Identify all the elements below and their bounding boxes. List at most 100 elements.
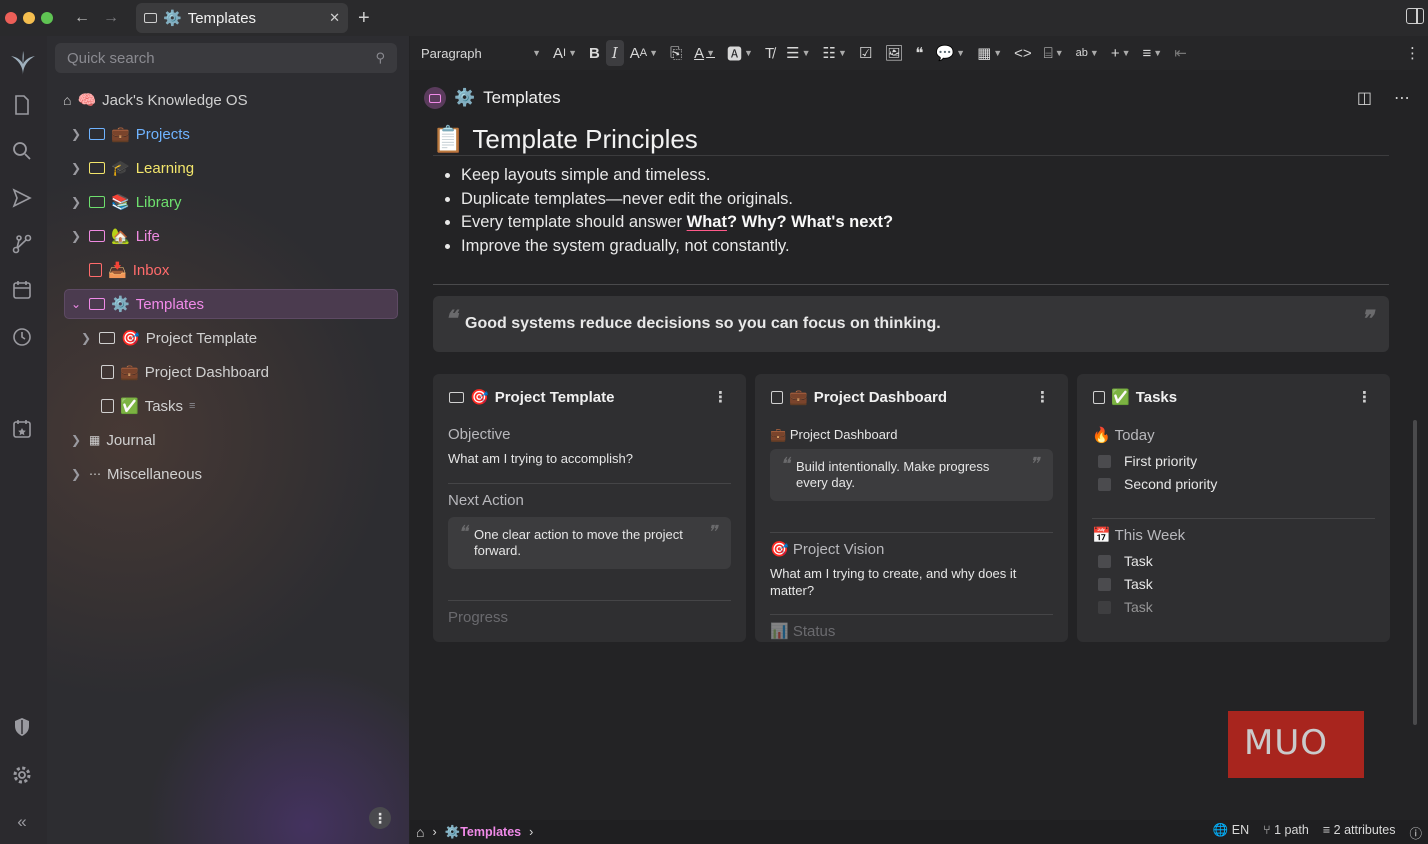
todo-item[interactable]: Task — [1098, 576, 1153, 592]
home-icon[interactable]: ⌂ — [416, 824, 424, 840]
chevron-right-icon[interactable]: ❯ — [69, 229, 83, 243]
card-menu-icon[interactable]: ⋮ — [713, 388, 728, 406]
italic-icon[interactable]: I — [605, 40, 624, 66]
note-map-icon[interactable] — [11, 233, 33, 255]
section-label: 📅 This Week — [1092, 527, 1186, 544]
text-align-icon[interactable]: ≡ ▼ — [1137, 40, 1169, 66]
tree-item-library[interactable]: ❯ 📚 Library — [69, 187, 182, 217]
todo-item[interactable]: Task — [1098, 553, 1153, 569]
tree-root[interactable]: ⌂ 🧠 Jack's Knowledge OS — [63, 85, 248, 115]
insert-image-icon[interactable]: 🖼 — [878, 40, 909, 66]
quick-search[interactable]: ⚲ — [55, 43, 397, 73]
card-title: 💼 Project Dashboard — [771, 388, 947, 406]
chevron-right-icon[interactable]: ❯ — [69, 161, 83, 175]
language-indicator[interactable]: 🌐 EN — [1213, 823, 1249, 842]
tree-item-projects[interactable]: ❯ 💼 Projects — [69, 119, 190, 149]
admonition-icon[interactable]: 💬 ▼ — [929, 40, 971, 66]
text-case-icon[interactable]: A A ▼ — [624, 40, 664, 66]
todo-list-icon[interactable]: ☑ — [853, 40, 878, 66]
tab-templates[interactable]: ⚙️ Templates ✕ — [136, 3, 348, 33]
collapse-sidebar-icon[interactable]: « — [11, 811, 33, 833]
tree-item-templates[interactable]: ⌄ ⚙️ Templates — [64, 289, 398, 319]
quick-search-input[interactable] — [67, 49, 376, 67]
note-actions-menu-icon[interactable]: ⋯ — [1394, 88, 1410, 108]
split-view-icon[interactable]: ◫ — [1357, 88, 1372, 108]
minimize-window-button[interactable] — [23, 12, 35, 24]
included-note-project-dashboard[interactable]: 💼 Project Dashboard ⋮ 💼 Project Dashboar… — [755, 374, 1068, 642]
chevron-right-icon[interactable]: ❯ — [79, 331, 93, 345]
maximize-window-button[interactable] — [41, 12, 53, 24]
tree-item-project-dashboard[interactable]: 💼 Project Dashboard — [81, 357, 269, 387]
jump-to-note-icon[interactable] — [11, 187, 33, 209]
attributes-indicator[interactable]: ≡ 2 attributes — [1323, 823, 1396, 842]
block-quote-icon[interactable]: ❝ — [909, 40, 929, 66]
code-block-icon[interactable]: ⌸ ▼ — [1038, 40, 1070, 66]
included-note-project-template[interactable]: 🎯 Project Template ⋮ Objective What am I… — [433, 374, 746, 642]
chevron-right-icon[interactable]: ❯ — [69, 433, 83, 447]
checkbox[interactable] — [1098, 554, 1111, 568]
close-window-button[interactable] — [5, 12, 17, 24]
note-type-icon[interactable] — [424, 87, 446, 109]
insert-plus-icon[interactable]: + ▼ — [1105, 40, 1137, 66]
format-painter-icon[interactable]: ⎘ — [664, 40, 688, 66]
close-tab-icon[interactable]: ✕ — [329, 10, 340, 26]
toolbar-more-icon[interactable]: ⋮ — [1399, 40, 1426, 66]
sidebar-more-options-icon[interactable]: ⋮ — [369, 807, 391, 829]
calendar-icon[interactable] — [11, 279, 33, 301]
todo-item[interactable]: Second priority — [1098, 476, 1217, 492]
card-menu-icon[interactable]: ⋮ — [1035, 388, 1050, 406]
bold-icon[interactable]: B — [583, 40, 606, 66]
font-size-icon[interactable]: A I ▼ — [547, 40, 583, 66]
tree-item-miscellaneous[interactable]: ❯ ⋯ Miscellaneous — [69, 459, 202, 489]
font-color-icon[interactable]: A ▼ — [688, 40, 721, 66]
insert-table-icon[interactable]: ▦ ▼ — [971, 40, 1008, 66]
chevron-right-icon[interactable]: ❯ — [69, 467, 83, 481]
breadcrumb-templates[interactable]: ⚙️Templates — [445, 825, 521, 840]
bulleted-list-icon[interactable]: ☰ ▼ — [780, 40, 816, 66]
special-characters-icon[interactable]: ab ▼ — [1070, 40, 1105, 66]
content-scrollbar[interactable] — [1413, 420, 1417, 725]
today-note-icon[interactable] — [11, 418, 33, 440]
search-icon[interactable] — [11, 140, 33, 162]
chevron-right-icon[interactable]: ❯ — [69, 127, 83, 141]
protected-session-icon[interactable] — [11, 716, 33, 738]
remove-format-icon[interactable]: T̸ — [759, 40, 780, 66]
chevron-right-icon[interactable]: ❯ — [69, 195, 83, 209]
todo-item[interactable]: First priority — [1098, 453, 1197, 469]
breadcrumb-separator-icon[interactable]: › — [529, 825, 533, 839]
tree-item-learning[interactable]: ❯ 🎓 Learning — [69, 153, 194, 183]
tree-item-life[interactable]: ❯ 🏡 Life — [69, 221, 160, 251]
card-menu-icon[interactable]: ⋮ — [1357, 388, 1372, 406]
recent-changes-icon[interactable] — [11, 326, 33, 348]
checkbox[interactable] — [1098, 577, 1111, 591]
tree-item-inbox[interactable]: 📥 Inbox — [69, 255, 169, 285]
settings-gear-icon[interactable] — [11, 764, 33, 786]
note-title[interactable]: Templates — [483, 88, 560, 108]
highlight-color-icon[interactable]: 🅰 ▼ — [721, 40, 759, 66]
included-note-tasks[interactable]: ✅ Tasks ⋮ 🔥 Today First priority Second … — [1077, 374, 1390, 642]
tree-item-project-template[interactable]: ❯ 🎯 Project Template — [79, 323, 257, 353]
toggle-right-pane-icon[interactable] — [1406, 8, 1424, 24]
checkbox[interactable] — [1098, 454, 1111, 468]
app-logo-icon[interactable] — [8, 48, 38, 78]
numbered-list-icon[interactable]: ☷ ▼ — [817, 40, 853, 66]
tree-item-journal[interactable]: ❯ ▦ Journal — [69, 425, 156, 455]
todo-item[interactable]: Task — [1098, 599, 1153, 615]
chevron-down-icon[interactable]: ⌄ — [69, 297, 83, 311]
block-format-label: Paragraph — [421, 45, 482, 61]
new-tab-button[interactable]: + — [358, 7, 370, 30]
new-note-icon[interactable] — [11, 94, 33, 116]
checkbox[interactable] — [1098, 477, 1111, 491]
info-icon[interactable]: ⓘ — [1409, 823, 1422, 842]
section-heading: 📋 Template Principles — [432, 124, 698, 155]
paths-indicator[interactable]: ⑂ 1 path — [1263, 823, 1309, 842]
back-arrow-icon[interactable]: ← — [72, 8, 92, 28]
checkbox[interactable] — [1098, 600, 1111, 614]
forward-arrow-icon[interactable]: → — [101, 8, 121, 28]
block-format-select[interactable]: Paragraph ▼ — [421, 40, 541, 66]
item-emoji: 🏡 — [111, 228, 130, 245]
code-icon[interactable]: <> — [1008, 40, 1038, 66]
outdent-icon[interactable]: ⇤ — [1168, 40, 1193, 66]
tree-item-tasks[interactable]: ✅ Tasks ≡ — [81, 391, 195, 421]
check-mark-icon: ✅ — [1111, 389, 1130, 406]
